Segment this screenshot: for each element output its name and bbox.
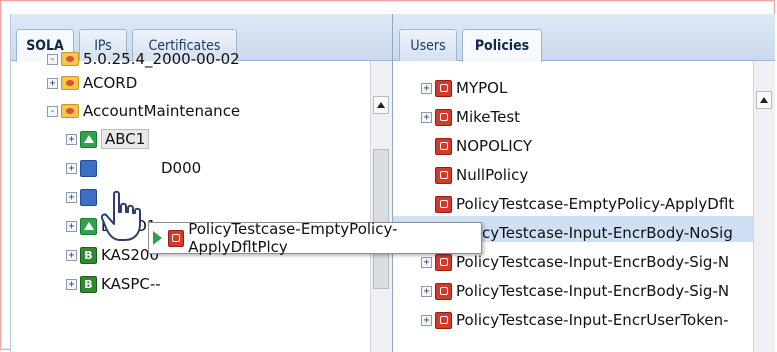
tree-node[interactable]: + B KAS200 (66, 243, 159, 267)
blue-service-icon (80, 188, 97, 206)
policy-label: PolicyTestcase-Input-EncrUserToken- (456, 311, 729, 329)
policy-icon (435, 282, 452, 300)
tree-node-label: 5.0.25.4_2000-00-02 (83, 50, 240, 68)
folder-icon (61, 52, 79, 66)
tree-node[interactable]: - AccountMaintenance (47, 99, 240, 123)
drop-arrow-icon (153, 231, 162, 245)
left-panel: SOLA IPs Certificates - 5.0.25.4_2000-00… (10, 14, 392, 352)
expand-icon[interactable]: + (421, 111, 432, 123)
policy-item[interactable]: NullPolicy (435, 163, 528, 187)
policy-label: NullPolicy (456, 166, 529, 184)
expand-icon[interactable]: + (66, 162, 77, 174)
drag-tooltip-label: PolicyTestcase-EmptyPolicy-ApplyDfltPlcy (188, 220, 398, 256)
policy-item-highlighted[interactable]: PolicyTestcase-EmptyPolicy-ApplyDflt (435, 192, 734, 216)
tree-node[interactable]: + (66, 185, 101, 209)
scroll-up-arrow[interactable] (373, 96, 389, 114)
folder-icon (61, 76, 79, 90)
folder-icon (61, 104, 79, 118)
tree-node[interactable]: + D000 (66, 156, 201, 180)
collapse-icon[interactable]: - (47, 53, 58, 65)
tree-node-label: ABC1 (101, 129, 150, 149)
expand-icon[interactable]: + (421, 82, 432, 94)
b-icon: B (80, 275, 97, 293)
green-service-icon (80, 217, 97, 235)
tree-node-label: AccountMaintenance (83, 102, 241, 120)
policy-label: PolicyTestcase-Input-EncrBody-Sig-N (456, 282, 730, 300)
hand-pointer-icon (100, 190, 141, 241)
policy-label: PolicyTestcase-Input-EncrBody-NoSig (456, 224, 733, 242)
tab-users[interactable]: Users (399, 29, 457, 61)
expand-icon[interactable]: + (66, 191, 77, 203)
right-tab-bar: Users Policies (393, 14, 775, 62)
policy-item[interactable]: + PolicyTestcase-Input-EncrUserToken- (421, 308, 729, 332)
blue-service-icon (80, 159, 97, 177)
policy-label: MikeTest (456, 108, 521, 126)
expand-icon[interactable]: + (47, 77, 58, 89)
policy-item[interactable]: + MikeTest (421, 105, 520, 129)
tree-node-label: D000 (161, 159, 202, 177)
drag-tooltip: PolicyTestcase-EmptyPolicy-ApplyDfltPlcy (148, 220, 482, 256)
right-scrollbar[interactable] (753, 61, 775, 352)
tree-node-selected[interactable]: + ABC1 (66, 127, 150, 151)
green-service-icon (80, 130, 97, 148)
policy-icon (435, 311, 452, 329)
scroll-thumb[interactable] (373, 149, 389, 289)
left-tree: - 5.0.25.4_2000-00-02 + ACORD - AccountM… (11, 50, 370, 352)
right-panel: Users Policies + MYPOL + MikeTest NOPOLI… (392, 14, 775, 352)
policy-label: NOPOLICY (456, 137, 533, 155)
policy-icon (435, 108, 452, 126)
b-icon: B (80, 246, 97, 264)
scroll-up-arrow[interactable] (756, 91, 772, 109)
tab-policies[interactable]: Policies (462, 29, 542, 62)
policy-label: MYPOL (456, 79, 508, 97)
expand-icon[interactable]: + (66, 220, 77, 232)
tree-node-label: ACORD (83, 74, 138, 92)
policy-item[interactable]: NOPOLICY (435, 134, 532, 158)
policy-icon (435, 195, 452, 213)
tree-node[interactable]: + ACORD (47, 71, 137, 95)
policy-item[interactable]: + PolicyTestcase-Input-EncrBody-Sig-N (421, 279, 729, 303)
right-tree: + MYPOL + MikeTest NOPOLICY NullPolicy P… (393, 61, 753, 352)
tree-node-label: KASPC-- (101, 275, 161, 293)
collapse-icon[interactable]: - (47, 105, 58, 117)
expand-icon[interactable]: + (66, 249, 77, 261)
policy-icon (168, 229, 185, 247)
expand-icon[interactable]: + (421, 285, 432, 297)
expand-icon[interactable]: + (421, 314, 432, 326)
left-scrollbar[interactable] (370, 61, 392, 352)
expand-icon[interactable]: + (66, 133, 77, 145)
policy-label: PolicyTestcase-Input-EncrBody-Sig-N (456, 253, 730, 271)
policy-icon (435, 137, 452, 155)
tree-node[interactable]: - 5.0.25.4_2000-00-02 (47, 47, 240, 71)
policy-label: PolicyTestcase-EmptyPolicy-ApplyDflt (456, 195, 735, 213)
expand-icon[interactable]: + (421, 256, 432, 268)
policy-icon (435, 253, 452, 271)
policy-icon (435, 166, 452, 184)
policy-icon (435, 79, 452, 97)
policy-item[interactable]: + MYPOL (421, 76, 507, 100)
expand-icon[interactable]: + (66, 278, 77, 290)
tree-node[interactable]: + B KASPC-- (66, 272, 161, 296)
